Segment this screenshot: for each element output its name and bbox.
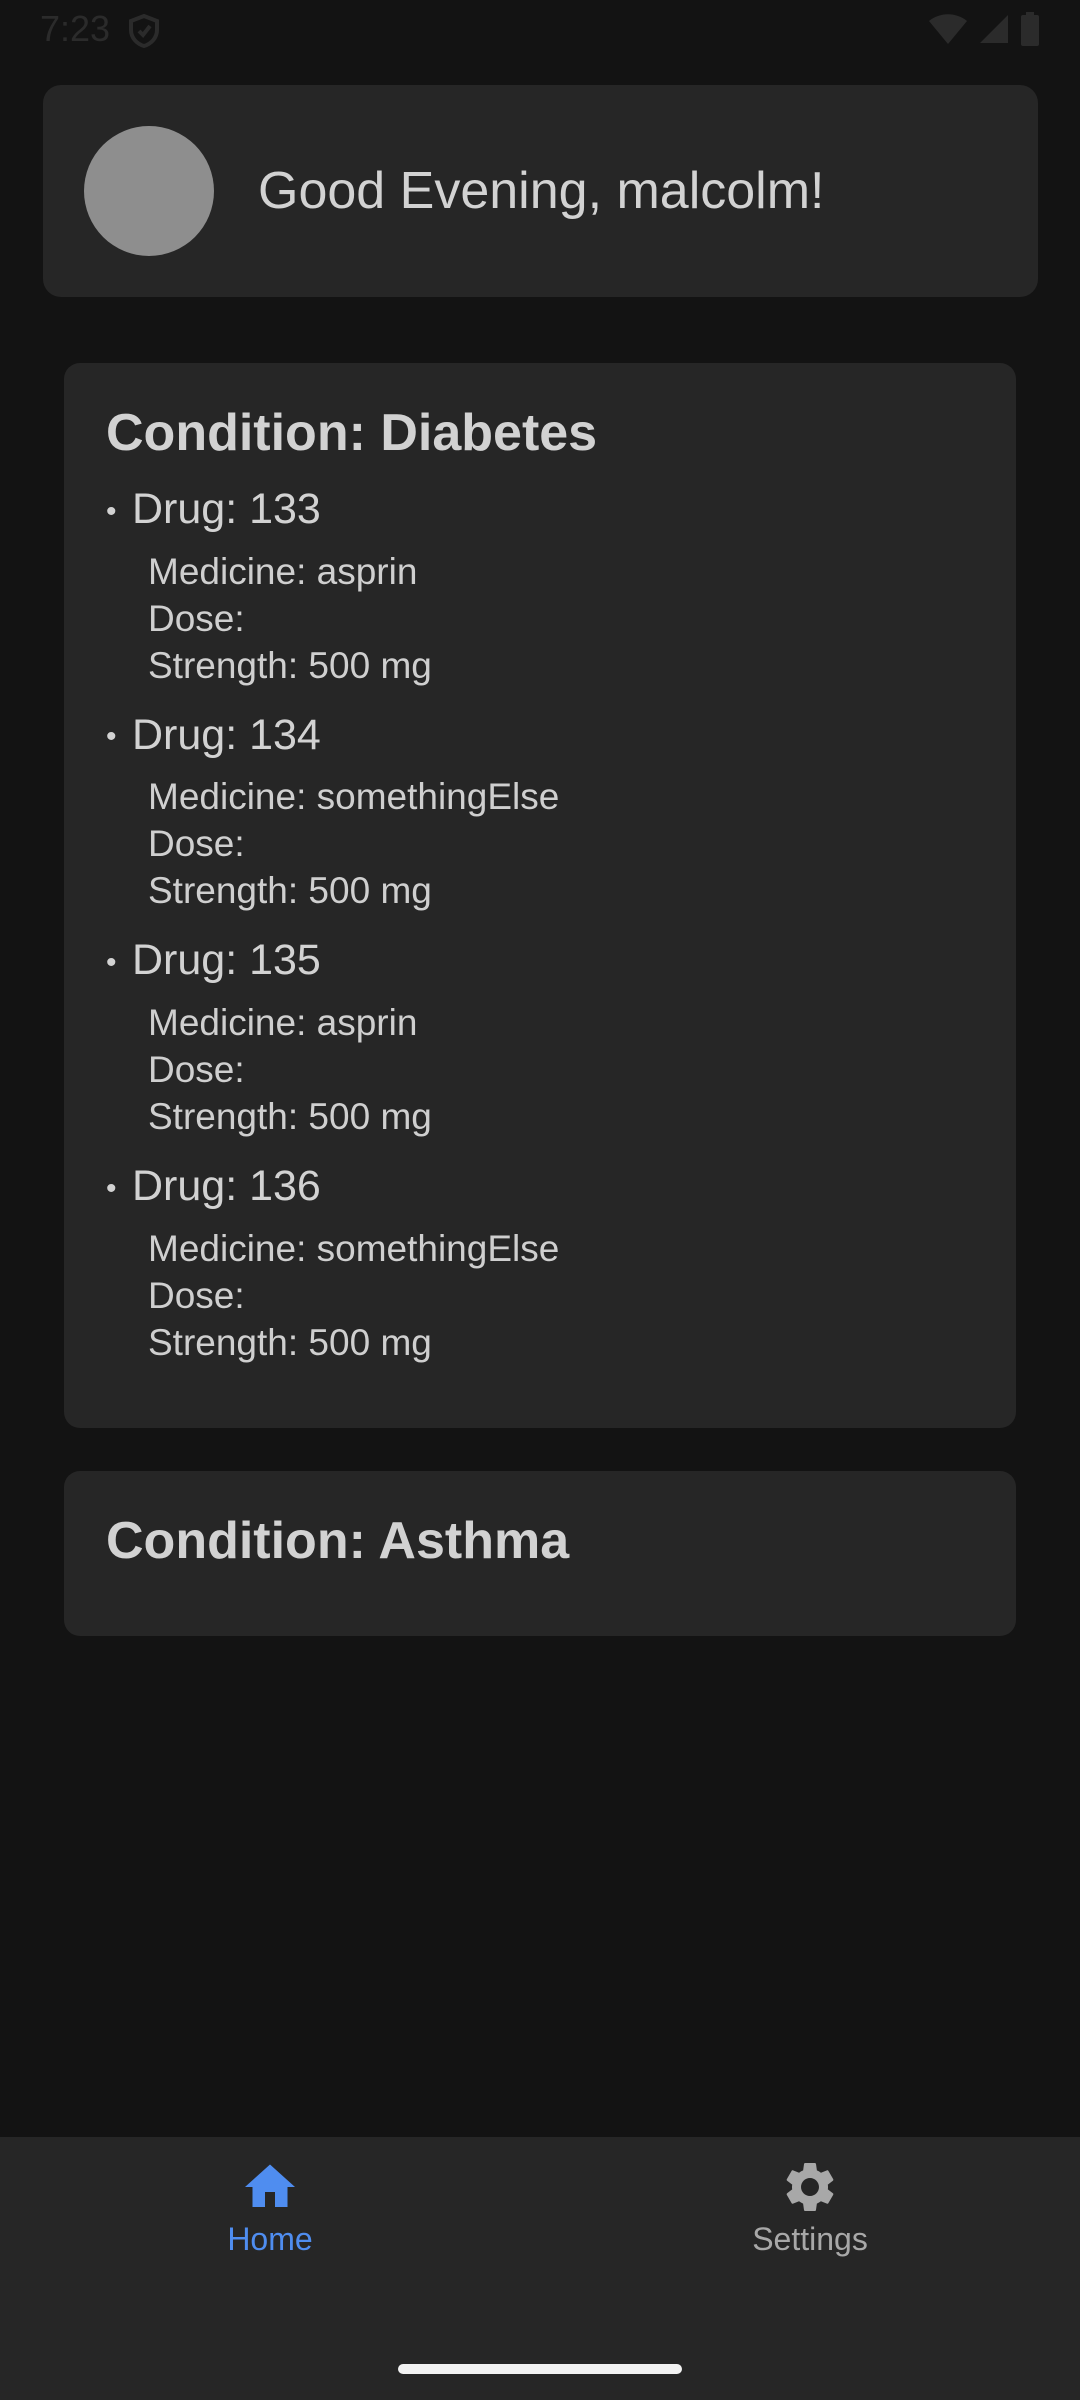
drug-details: Medicine: asprin Dose: Strength: 500 mg (148, 999, 1016, 1140)
bullet-icon: • (106, 720, 117, 754)
signal-icon (978, 13, 1010, 50)
gesture-bar[interactable] (398, 2364, 682, 2374)
status-bar: 7:23 (0, 0, 1080, 60)
drug-list: • Drug: 133 Medicine: asprin Dose: Streng… (106, 479, 1016, 1366)
drug-medicine: Medicine: somethingElse (148, 776, 560, 818)
greeting-card: Good Evening, malcolm! (43, 85, 1038, 297)
wifi-icon (928, 13, 968, 50)
drug-item: • Drug: 135 Medicine: asprin Dose: Streng… (106, 930, 1016, 1140)
condition-card-diabetes[interactable]: Condition: Diabetes • Drug: 133 Medicine:… (64, 363, 1016, 1428)
drug-strength: Strength: 500 mg (148, 870, 432, 912)
condition-card-asthma[interactable]: Condition: Asthma (64, 1471, 1016, 1636)
nav-label-settings: Settings (752, 2221, 868, 2257)
drug-details: Medicine: somethingElse Dose: Strength: … (148, 773, 1016, 914)
condition-title: Condition: Asthma (106, 1512, 570, 1570)
battery-icon (1020, 11, 1040, 51)
drug-title: Drug: 136 (132, 1161, 321, 1210)
status-time: 7:23 (40, 8, 111, 49)
drug-strength: Strength: 500 mg (148, 1095, 432, 1137)
status-icons (928, 11, 1040, 51)
drug-item: • Drug: 136 Medicine: somethingElse Dose:… (106, 1156, 1016, 1366)
drug-details: Medicine: asprin Dose: Strength: 500 mg (148, 548, 1016, 689)
nav-label-home: Home (227, 2221, 313, 2257)
drug-medicine: Medicine: asprin (148, 1001, 418, 1043)
bullet-icon: • (106, 494, 117, 528)
drug-title: Drug: 133 (132, 485, 321, 533)
drug-details: Medicine: somethingElse Dose: Strength: … (148, 1225, 1016, 1366)
nav-item-home[interactable]: Home (120, 2157, 420, 2258)
bullet-icon: • (106, 945, 117, 979)
drug-dose: Dose: (148, 597, 245, 639)
drug-title: Drug: 134 (132, 710, 321, 759)
avatar[interactable] (84, 126, 214, 256)
gear-icon (780, 2157, 840, 2217)
drug-strength: Strength: 500 mg (148, 644, 432, 686)
drug-title: Drug: 135 (132, 936, 321, 985)
drug-dose: Dose: (148, 823, 245, 865)
greeting-text: Good Evening, malcolm! (258, 162, 825, 220)
drug-strength: Strength: 500 mg (148, 1321, 432, 1363)
home-icon (240, 2157, 300, 2217)
bottom-nav: Home Settings (0, 2137, 1080, 2400)
shield-icon (128, 13, 160, 49)
drug-item: • Drug: 134 Medicine: somethingElse Dose:… (106, 705, 1016, 915)
drug-medicine: Medicine: asprin (148, 550, 418, 592)
drug-dose: Dose: (148, 1274, 245, 1316)
drug-item: • Drug: 133 Medicine: asprin Dose: Streng… (106, 479, 1016, 689)
nav-item-settings[interactable]: Settings (660, 2157, 960, 2258)
drug-dose: Dose: (148, 1048, 245, 1090)
bullet-icon: • (106, 1171, 117, 1205)
drug-medicine: Medicine: somethingElse (148, 1227, 560, 1269)
condition-title: Condition: Diabetes (106, 404, 598, 462)
